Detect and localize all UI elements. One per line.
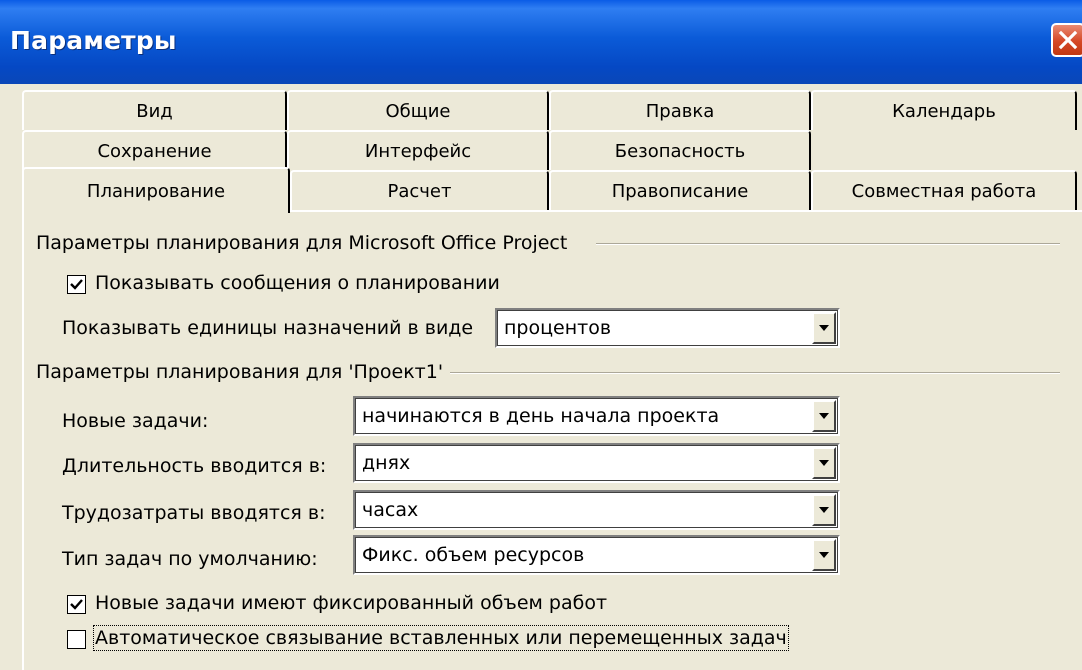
autolink-checkbox[interactable] bbox=[67, 630, 86, 649]
tab-label: Интерфейс bbox=[364, 140, 472, 162]
tab-label: Расчет bbox=[387, 180, 452, 202]
tab-save[interactable]: Сохранение bbox=[22, 130, 287, 170]
close-icon bbox=[1058, 30, 1078, 50]
tab-label: Календарь bbox=[892, 100, 996, 122]
new-tasks-select[interactable]: начинаются в день начала проекта bbox=[353, 396, 840, 436]
duration-value: днях bbox=[362, 452, 411, 474]
section-heading-global: Параметры планирования для Microsoft Off… bbox=[36, 232, 568, 254]
show-messages-checkbox[interactable] bbox=[67, 275, 86, 294]
chevron-down-icon bbox=[819, 325, 829, 331]
tab-label: Общие bbox=[385, 100, 451, 122]
work-select[interactable]: часах bbox=[353, 490, 840, 530]
new-tasks-dropdown-button[interactable] bbox=[812, 400, 836, 432]
task-type-select[interactable]: Фикс. объем ресурсов bbox=[353, 535, 840, 575]
tab-label: Совместная работа bbox=[851, 180, 1037, 202]
section-heading-project: Параметры планирования для 'Проект1' bbox=[36, 361, 444, 383]
checkmark-icon bbox=[70, 279, 83, 290]
chevron-down-icon bbox=[819, 507, 829, 513]
chevron-down-icon bbox=[819, 460, 829, 466]
units-select[interactable]: процентов bbox=[495, 308, 840, 348]
tab-label: Правописание bbox=[611, 180, 749, 202]
tab-calculation[interactable]: Расчет bbox=[290, 170, 549, 210]
task-type-label: Тип задач по умолчанию: bbox=[62, 548, 318, 570]
tab-view[interactable]: Вид bbox=[22, 90, 287, 130]
title-bar: Параметры bbox=[0, 0, 1082, 84]
units-value: процентов bbox=[504, 317, 612, 339]
window-title: Параметры bbox=[10, 26, 177, 55]
units-label: Показывать единицы назначений в виде bbox=[62, 317, 474, 339]
tab-label: Правка bbox=[645, 100, 715, 122]
tab-general[interactable]: Общие bbox=[287, 90, 549, 130]
work-value: часах bbox=[362, 499, 419, 521]
task-type-value: Фикс. объем ресурсов bbox=[362, 544, 585, 566]
units-dropdown-button[interactable] bbox=[812, 312, 836, 344]
work-label: Трудозатраты вводятся в: bbox=[62, 502, 326, 524]
show-messages-label[interactable]: Показывать сообщения о планировании bbox=[95, 272, 500, 294]
new-tasks-label: Новые задачи: bbox=[62, 410, 209, 432]
work-dropdown-button[interactable] bbox=[812, 494, 836, 526]
tab-label: Вид bbox=[136, 100, 173, 122]
chevron-down-icon bbox=[819, 413, 829, 419]
tab-label: Планирование bbox=[86, 180, 226, 202]
autolink-label[interactable]: Автоматическое связывание вставленных ил… bbox=[93, 625, 789, 651]
tab-edit[interactable]: Правка bbox=[549, 90, 811, 130]
tab-security[interactable]: Безопасность bbox=[549, 130, 811, 170]
tab-label: Сохранение bbox=[97, 140, 212, 162]
tab-spelling[interactable]: Правописание bbox=[549, 170, 811, 210]
effort-driven-label[interactable]: Новые задачи имеют фиксированный объем р… bbox=[95, 592, 607, 614]
tab-calendar[interactable]: Календарь bbox=[811, 90, 1077, 130]
separator bbox=[450, 372, 1060, 374]
new-tasks-value: начинаются в день начала проекта bbox=[362, 405, 720, 427]
task-type-dropdown-button[interactable] bbox=[812, 539, 836, 571]
tab-scheduling[interactable]: Планирование bbox=[22, 167, 290, 213]
close-button[interactable] bbox=[1051, 23, 1082, 57]
tab-interface[interactable]: Интерфейс bbox=[287, 130, 549, 170]
duration-label: Длительность вводится в: bbox=[62, 455, 327, 477]
chevron-down-icon bbox=[819, 552, 829, 558]
tab-collaborate[interactable]: Совместная работа bbox=[811, 170, 1077, 210]
duration-dropdown-button[interactable] bbox=[812, 447, 836, 479]
duration-select[interactable]: днях bbox=[353, 443, 840, 483]
separator bbox=[596, 243, 1060, 245]
tab-label: Безопасность bbox=[614, 140, 746, 162]
checkmark-icon bbox=[70, 599, 83, 610]
effort-driven-checkbox[interactable] bbox=[67, 595, 86, 614]
